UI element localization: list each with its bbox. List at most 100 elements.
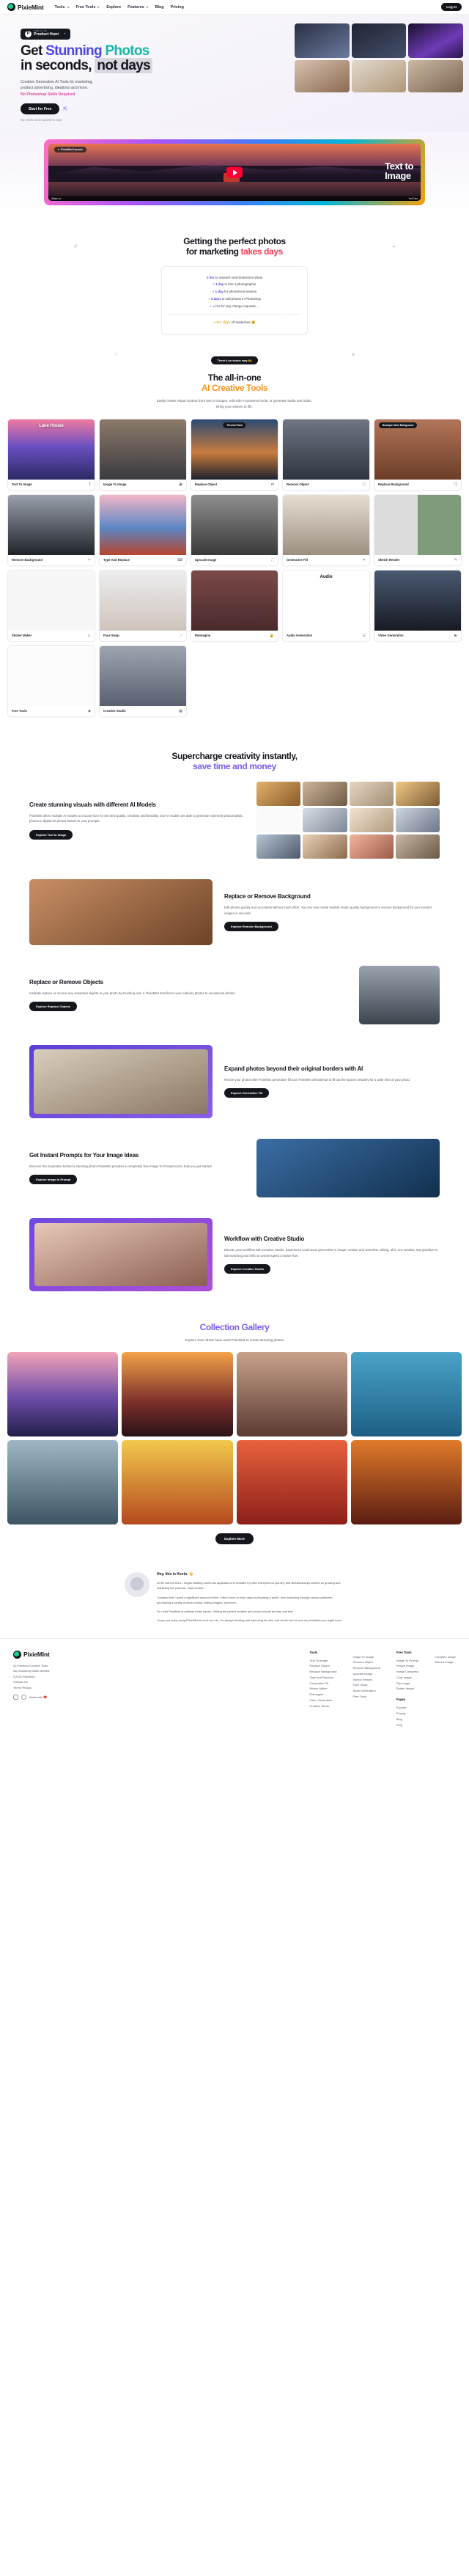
footer-link[interactable]: Type And Replace bbox=[309, 1675, 336, 1681]
footer-link[interactable]: Crop Image bbox=[396, 1675, 418, 1681]
tool-card[interactable]: Sticker Maker ☺ bbox=[7, 569, 95, 642]
footer-link[interactable]: Blurred Image bbox=[435, 1659, 456, 1665]
footer-column-tools-2: Image To Image Remove Object Remove Back… bbox=[352, 1651, 380, 1728]
tool-card[interactable]: Reimagine 🔒 bbox=[191, 569, 278, 642]
play-button-icon[interactable] bbox=[226, 166, 243, 178]
producthunt-icon[interactable] bbox=[21, 1695, 26, 1700]
footer-link[interactable]: Sticker Maker bbox=[309, 1686, 336, 1692]
tool-card[interactable]: Image To Image ▣ bbox=[99, 418, 187, 491]
tool-name: Free Tools bbox=[12, 709, 27, 713]
tool-card[interactable]: Generative Fill ✦ bbox=[282, 493, 370, 566]
tool-card[interactable]: Free Tools ◆ bbox=[7, 645, 95, 717]
footer-link[interactable]: Audio Generation bbox=[352, 1688, 380, 1694]
magic-wand-icon: ✦ bbox=[362, 557, 366, 562]
tool-card[interactable]: Remove Object ☐ bbox=[282, 418, 370, 491]
tool-card[interactable]: Thermal Flask Replace Object ⇄ bbox=[191, 418, 278, 491]
footer-link[interactable]: Rotate Image bbox=[396, 1686, 418, 1692]
footer-link[interactable]: Video Generation bbox=[309, 1698, 336, 1703]
gallery-item[interactable] bbox=[350, 1440, 462, 1525]
tool-card[interactable]: Type And Replace ⌨ bbox=[99, 493, 187, 566]
tool-thumbnail bbox=[374, 570, 461, 631]
gallery-item[interactable] bbox=[7, 1440, 119, 1525]
footer-link[interactable]: Replace Object bbox=[309, 1663, 336, 1669]
footer-link[interactable]: Flip Image bbox=[396, 1681, 418, 1687]
send-doodle-icon: ▸ bbox=[393, 244, 396, 250]
gallery-title: Collection Gallery bbox=[199, 1322, 270, 1333]
feature-cta-button[interactable]: Explore Text to Image bbox=[29, 829, 73, 840]
footer-link[interactable]: Creative Studio bbox=[309, 1703, 336, 1709]
gallery-item[interactable] bbox=[7, 1352, 119, 1437]
gallery-item[interactable] bbox=[122, 1440, 233, 1525]
footer-link[interactable]: Compare Image bbox=[435, 1654, 456, 1660]
tool-card[interactable]: Audio Audio Generation ☷ bbox=[282, 569, 370, 642]
tool-card[interactable]: Face Swap ○ bbox=[99, 569, 187, 642]
gallery-item[interactable] bbox=[236, 1440, 347, 1525]
footer-link[interactable]: Blog bbox=[396, 1717, 418, 1722]
nav-item-blog[interactable]: Blog bbox=[155, 5, 164, 10]
instagram-icon[interactable] bbox=[13, 1695, 18, 1700]
tool-name: Image To Image bbox=[103, 482, 127, 487]
feature-thumb bbox=[256, 834, 301, 859]
footer-link[interactable]: Image To Image bbox=[352, 1654, 380, 1660]
nav-item-tools[interactable]: Tools bbox=[55, 5, 70, 10]
footer-link[interactable]: Replace Background bbox=[309, 1669, 336, 1675]
footer-column-heading: Tools bbox=[309, 1650, 318, 1654]
youtube-label[interactable]: YouTube bbox=[408, 197, 418, 200]
gallery-item[interactable] bbox=[236, 1352, 347, 1437]
waveform-icon: ☷ bbox=[362, 633, 366, 638]
feature-thumb bbox=[349, 834, 394, 859]
footer-link[interactable]: Explore bbox=[396, 1705, 418, 1711]
explore-more-button[interactable]: Explore More bbox=[215, 1533, 254, 1545]
gallery-item[interactable] bbox=[122, 1352, 233, 1437]
nav-item-free-tools[interactable]: Free Tools bbox=[76, 5, 100, 10]
feature-visual bbox=[29, 879, 213, 946]
footer-link[interactable]: Text To Image bbox=[309, 1658, 336, 1664]
nav-item-features[interactable]: Features bbox=[128, 5, 149, 10]
footer-terms-privacy[interactable]: Terms Privacy bbox=[13, 1685, 123, 1691]
tool-card[interactable]: Sketch Render ✎ bbox=[374, 493, 462, 566]
tool-card[interactable]: Lake House Text To Image T bbox=[7, 418, 95, 491]
footer-brand-name: PixieMint bbox=[23, 1651, 50, 1658]
footer-link[interactable]: Resize Image bbox=[396, 1663, 418, 1669]
feature-desc: Instantly replace or remove any unwanted… bbox=[29, 991, 236, 995]
video-player[interactable]: Text to Image Watch on YouTube bbox=[48, 144, 421, 202]
feature-title: Replace or Remove Objects bbox=[29, 978, 103, 986]
tool-card[interactable]: Upscale Image ⛶ bbox=[191, 493, 278, 566]
tool-card[interactable]: Creative Studio ▦ bbox=[99, 645, 187, 717]
video-control-bar[interactable]: Watch on YouTube bbox=[48, 196, 421, 202]
feature-cta-button[interactable]: Explore Creative Studio bbox=[224, 1264, 271, 1274]
feature-visual bbox=[359, 966, 440, 1025]
tool-card[interactable]: Video Generation ▶ bbox=[374, 569, 462, 642]
hero-pink-note: No Photoshop Skills Required bbox=[21, 92, 75, 97]
nav-item-explore[interactable]: Explore bbox=[106, 5, 121, 10]
footer-link[interactable]: FAQ bbox=[396, 1722, 418, 1728]
nav-item-pricing[interactable]: Pricing bbox=[171, 5, 184, 10]
footer-link[interactable]: Upscale Image bbox=[352, 1671, 380, 1677]
footer-contact-link[interactable]: Contact Us bbox=[13, 1679, 123, 1685]
feature-cta-button[interactable]: Explore Replace Objects bbox=[29, 1002, 77, 1012]
footer-link[interactable]: Free Tools bbox=[352, 1694, 380, 1700]
footer-link[interactable]: Remove Object bbox=[352, 1659, 380, 1665]
footer-link[interactable]: Reimagine bbox=[309, 1692, 336, 1698]
footer-link[interactable]: Sketch Render bbox=[352, 1677, 380, 1683]
video-card[interactable]: ● PixieMint Launch Text to Image Watch o… bbox=[44, 139, 425, 206]
product-hunt-badge[interactable]: P FIND US ON Product Hunt ▲ bbox=[21, 28, 70, 40]
feature-cta-button[interactable]: Explore Generative Fill bbox=[224, 1088, 270, 1098]
feature-thumb bbox=[303, 808, 347, 833]
tool-card[interactable]: Remove Background ✂ bbox=[7, 493, 95, 566]
footer-link[interactable]: Image Compress bbox=[396, 1669, 418, 1675]
login-button[interactable]: Log In bbox=[441, 3, 462, 11]
brand-logo[interactable]: PixieMint bbox=[7, 3, 44, 11]
feature-thumb bbox=[303, 834, 347, 859]
feature-cta-button[interactable]: Explore Remove Background bbox=[224, 922, 278, 932]
feature-cta-button[interactable]: Explore Image to Prompt bbox=[29, 1175, 78, 1185]
footer-logo[interactable]: PixieMint bbox=[13, 1650, 123, 1659]
footer-link[interactable]: Image To Prompt bbox=[396, 1658, 418, 1664]
gallery-item[interactable] bbox=[350, 1352, 462, 1437]
footer-link[interactable]: Remove Background bbox=[352, 1665, 380, 1671]
footer-link[interactable]: Face Swap bbox=[352, 1682, 380, 1688]
start-for-free-button[interactable]: Start for Free bbox=[21, 103, 60, 115]
footer-link[interactable]: Generative Fill bbox=[309, 1681, 336, 1687]
tool-card[interactable]: Boutique Store Background Replace Backgr… bbox=[374, 418, 462, 491]
footer-link[interactable]: Pricing bbox=[396, 1711, 418, 1717]
